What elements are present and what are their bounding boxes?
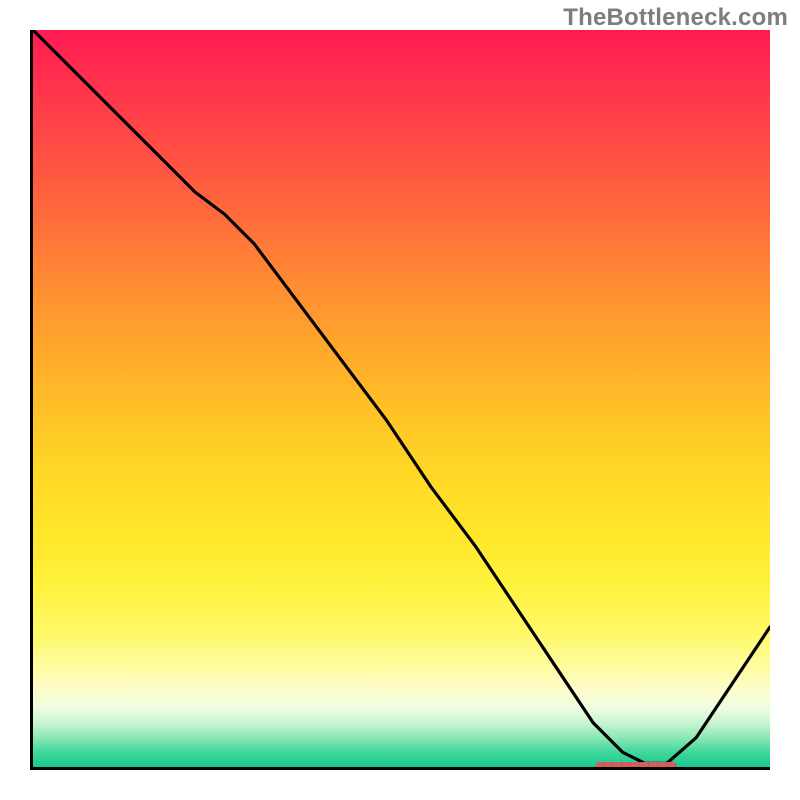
- plot-area: [30, 30, 770, 770]
- curve-path: [33, 30, 770, 763]
- optimum-marker: [595, 762, 676, 770]
- chart-stage: TheBottleneck.com: [0, 0, 800, 800]
- watermark-text: TheBottleneck.com: [563, 4, 788, 32]
- curve-svg: [33, 30, 770, 767]
